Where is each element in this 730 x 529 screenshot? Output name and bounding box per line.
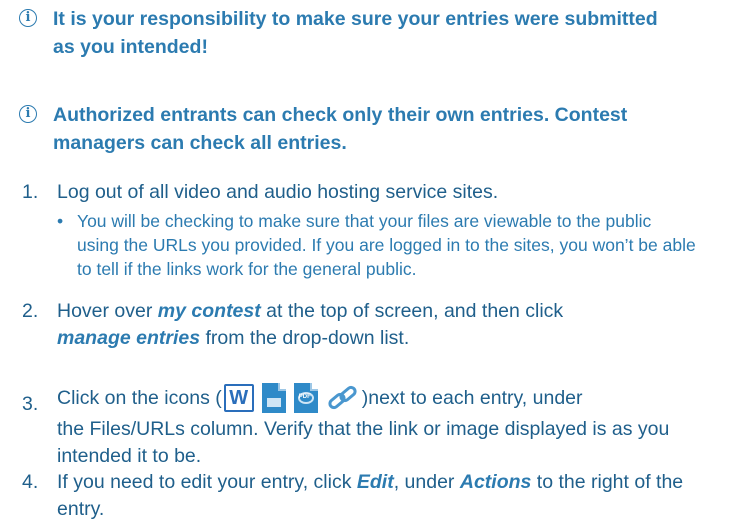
manage-entries-emphasis: manage entries bbox=[57, 327, 201, 349]
bullet-text: You will be checking to make sure that y… bbox=[77, 211, 696, 279]
file-icons-row: W PDF bbox=[223, 383, 360, 413]
image-file-icon bbox=[261, 383, 286, 413]
link-icon bbox=[328, 385, 357, 410]
bullet-item: • You will be checking to make sure that… bbox=[57, 209, 729, 281]
step-text: Click on the icons ( W PDF )next to each… bbox=[57, 380, 729, 470]
step-number: 3. bbox=[22, 393, 39, 415]
pdf-file-icon: PDF bbox=[293, 383, 318, 413]
note-responsibility: i It is your responsibility to make sure… bbox=[19, 5, 673, 61]
note-text: It is your responsibility to make sure y… bbox=[53, 8, 658, 58]
step-number: 1. bbox=[22, 181, 39, 203]
step-1: 1. Log out of all video and audio hostin… bbox=[22, 179, 729, 281]
step-number: 4. bbox=[22, 471, 39, 493]
word-document-icon: W bbox=[223, 384, 254, 412]
note-authorized: i Authorized entrants can check only the… bbox=[19, 101, 673, 157]
step-3: 3. Click on the icons ( W PDF )next to e… bbox=[22, 380, 729, 470]
step-2: 2. Hover over my contest at the top of s… bbox=[22, 298, 729, 352]
info-icon: i bbox=[19, 9, 37, 27]
step-text: Hover over my contest at the top of scre… bbox=[57, 300, 564, 349]
my-contest-emphasis: my contest bbox=[157, 300, 261, 322]
actions-emphasis: Actions bbox=[459, 471, 532, 493]
step-text: If you need to edit your entry, click Ed… bbox=[57, 471, 684, 520]
bullet-icon: • bbox=[57, 211, 64, 231]
step-4: 4. If you need to edit your entry, click… bbox=[22, 469, 729, 523]
step-text: Log out of all video and audio hosting s… bbox=[57, 181, 499, 203]
edit-emphasis: Edit bbox=[356, 471, 394, 493]
info-icon: i bbox=[19, 105, 37, 123]
instructions-page: i It is your responsibility to make sure… bbox=[0, 0, 730, 529]
note-text: Authorized entrants can check only their… bbox=[53, 104, 628, 154]
step-number: 2. bbox=[22, 300, 39, 322]
